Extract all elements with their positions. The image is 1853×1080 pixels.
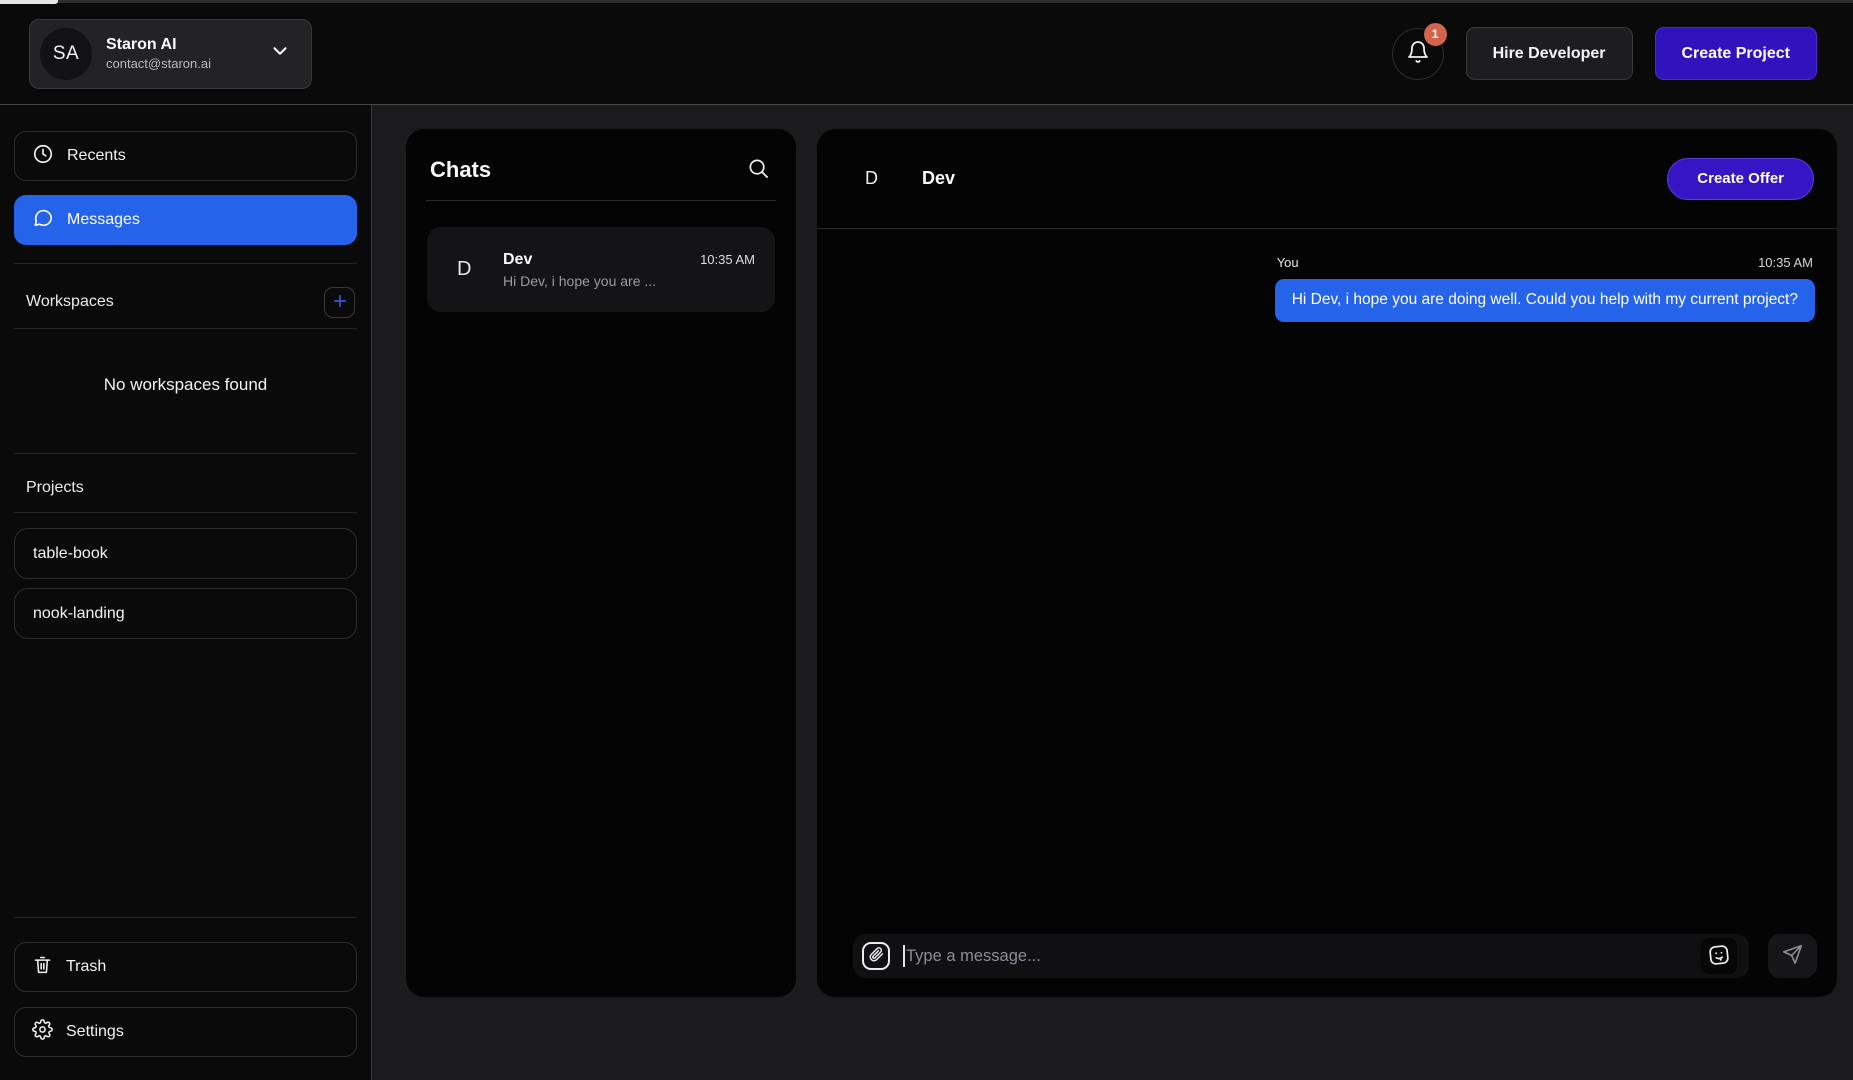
paper-plane-icon — [1782, 944, 1803, 968]
profile-email: contact@staron.ai — [106, 56, 255, 71]
project-item-nook-landing[interactable]: nook-landing — [14, 588, 357, 639]
window-corner-artifact — [0, 0, 58, 4]
projects-list: table-book nook-landing — [0, 528, 371, 639]
create-project-button[interactable]: Create Project — [1655, 27, 1818, 80]
profile-name: Staron AI — [106, 36, 255, 54]
emoji-sticker-icon — [1707, 943, 1731, 970]
main-content: Chats D Dev 10:35 AM H — [372, 105, 1853, 1080]
sidebar: Recents Messages Workspaces — [0, 105, 372, 1080]
notifications-button[interactable]: 1 — [1392, 28, 1444, 80]
sidebar-nav: Recents Messages — [0, 131, 371, 245]
sidebar-spacer — [0, 639, 371, 917]
top-header: SA Staron AI contact@staron.ai 1 Hire De… — [0, 3, 1853, 105]
divider — [14, 263, 357, 264]
attach-button[interactable] — [862, 942, 890, 970]
add-workspace-button[interactable] — [324, 287, 355, 318]
text-caret — [903, 945, 905, 967]
conversation-header: D Dev Create Offer — [817, 129, 1837, 228]
bell-icon — [1406, 40, 1430, 67]
clock-icon — [32, 143, 54, 170]
chat-bubble-icon — [32, 207, 54, 234]
divider — [14, 512, 357, 513]
chat-time: 10:35 AM — [700, 252, 755, 267]
message-time: 10:35 AM — [1758, 255, 1813, 270]
divider — [14, 328, 357, 329]
message-list: You 10:35 AM Hi Dev, i hope you are doin… — [817, 229, 1837, 934]
sidebar-item-label: Messages — [67, 211, 140, 229]
workspaces-header: Workspaces — [0, 284, 371, 320]
chevron-down-icon — [269, 40, 291, 67]
body-row: Recents Messages Workspaces — [0, 105, 1853, 1080]
message-sender: You — [1277, 255, 1299, 270]
gear-icon — [32, 1019, 53, 1045]
message-meta: You 10:35 AM — [1275, 255, 1815, 270]
chats-title: Chats — [430, 157, 491, 183]
message-group-outgoing: You 10:35 AM Hi Dev, i hope you are doin… — [1275, 255, 1815, 322]
composer-input-bar[interactable] — [853, 934, 1749, 978]
message-input[interactable] — [906, 947, 1701, 966]
search-button[interactable] — [747, 157, 770, 183]
search-icon — [747, 157, 770, 183]
projects-title: Projects — [26, 479, 84, 497]
profile-text: Staron AI contact@staron.ai — [106, 36, 255, 71]
chat-top-row: Dev 10:35 AM — [503, 251, 755, 269]
sidebar-item-trash[interactable]: Trash — [14, 942, 357, 992]
chat-list-item[interactable]: D Dev 10:35 AM Hi Dev, i hope you are ..… — [427, 227, 775, 312]
peer-avatar: D — [865, 168, 878, 189]
composer — [817, 934, 1837, 997]
sidebar-item-label: Settings — [66, 1023, 124, 1041]
chat-avatar: D — [457, 258, 479, 281]
chat-preview: Hi Dev, i hope you are ... — [503, 273, 755, 289]
paperclip-icon — [869, 947, 884, 965]
emoji-button[interactable] — [1701, 938, 1737, 974]
trash-icon — [32, 954, 53, 980]
notification-badge: 1 — [1424, 23, 1447, 46]
sidebar-item-settings[interactable]: Settings — [14, 1007, 357, 1057]
chat-info: Dev 10:35 AM Hi Dev, i hope you are ... — [503, 251, 755, 289]
account-switcher[interactable]: SA Staron AI contact@staron.ai — [29, 19, 312, 89]
hire-developer-button[interactable]: Hire Developer — [1466, 27, 1633, 80]
sidebar-item-recents[interactable]: Recents — [14, 131, 357, 181]
divider — [14, 453, 357, 454]
create-offer-button[interactable]: Create Offer — [1667, 158, 1814, 200]
sidebar-item-messages[interactable]: Messages — [14, 195, 357, 245]
divider — [14, 917, 357, 918]
workspaces-empty-state: No workspaces found — [0, 375, 371, 395]
project-item-table-book[interactable]: table-book — [14, 528, 357, 579]
sidebar-item-label: Trash — [66, 958, 106, 976]
workspaces-title: Workspaces — [26, 293, 114, 311]
peer-identity: D Dev — [865, 168, 955, 189]
header-actions: 1 Hire Developer Create Project — [1392, 27, 1817, 80]
chats-panel-header: Chats — [406, 129, 796, 200]
sidebar-item-label: Recents — [67, 147, 126, 165]
chats-panel: Chats D Dev 10:35 AM H — [406, 129, 796, 997]
app-root: SA Staron AI contact@staron.ai 1 Hire De… — [0, 0, 1853, 1080]
plus-icon — [331, 292, 349, 313]
send-button[interactable] — [1768, 934, 1817, 978]
conversation-panel: D Dev Create Offer You 10:35 AM Hi Dev, … — [817, 129, 1837, 997]
divider — [426, 200, 776, 201]
message-bubble: Hi Dev, i hope you are doing well. Could… — [1275, 279, 1815, 322]
chat-name: Dev — [503, 251, 532, 269]
avatar: SA — [40, 28, 92, 80]
peer-name: Dev — [922, 168, 955, 189]
sidebar-footer: Trash Settings — [0, 942, 371, 1057]
projects-header: Projects — [0, 470, 371, 506]
